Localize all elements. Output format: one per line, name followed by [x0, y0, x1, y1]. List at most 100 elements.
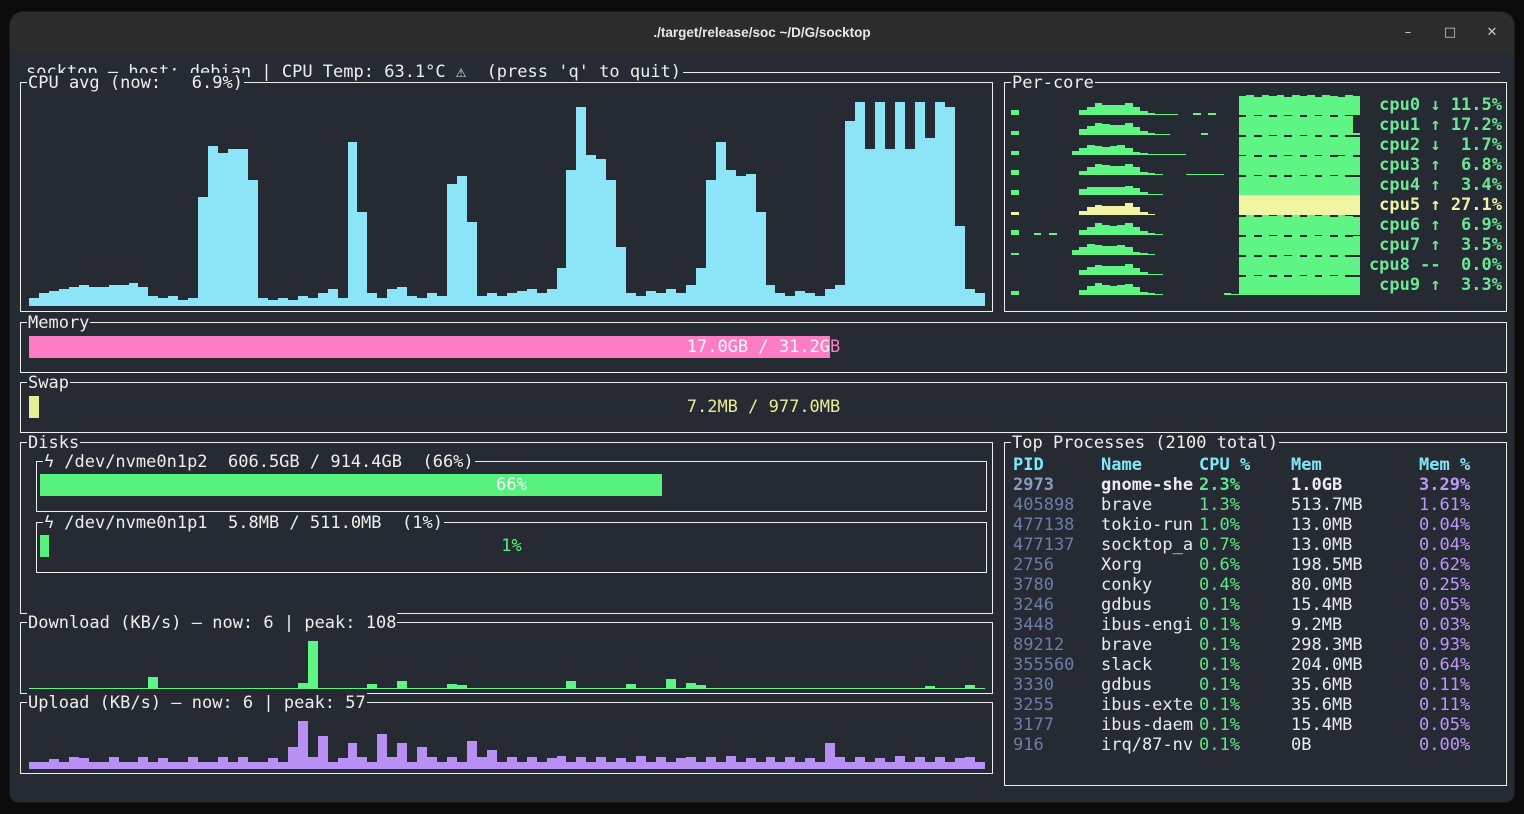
per-core-title: Per-core [1011, 73, 1095, 93]
bar [427, 293, 437, 306]
bar [1239, 117, 1247, 135]
bar [228, 149, 238, 307]
bar [1117, 125, 1125, 135]
bar [1246, 95, 1254, 115]
bar [1315, 195, 1323, 215]
bar [1117, 285, 1125, 295]
bar [1269, 195, 1277, 215]
swap-gauge-label: 7.2MB / 977.0MB [29, 396, 1498, 418]
bar [1110, 105, 1118, 115]
bar [1345, 177, 1353, 195]
bar [1345, 155, 1353, 175]
upload-title: Upload (KB/s) — now: 6 | peak: 57 [27, 693, 367, 713]
bar [726, 688, 736, 689]
bar [1277, 235, 1285, 255]
bar [1133, 127, 1141, 135]
bar [1345, 216, 1353, 235]
bar [566, 170, 576, 307]
bar [1087, 126, 1095, 135]
bar [1117, 166, 1125, 175]
process-column-header: Mem [1291, 455, 1419, 475]
disks-panel: Disks ϟ/dev/nvme0n1p2 606.5GB / 914.4GB … [20, 442, 993, 614]
process-cell: 15.4MB [1291, 595, 1419, 615]
bar [1110, 286, 1118, 295]
process-cell: 1.0GB [1291, 475, 1419, 495]
bar [357, 212, 367, 307]
bar [1117, 225, 1125, 235]
bar [1125, 223, 1133, 235]
bar [676, 688, 686, 689]
bar [1262, 195, 1270, 215]
bar [198, 197, 208, 306]
process-cell: 2973 [1013, 475, 1101, 495]
bar [1239, 257, 1247, 275]
bar [895, 688, 905, 689]
bar [1246, 235, 1254, 255]
memory-title: Memory [27, 313, 90, 333]
bar [1345, 237, 1353, 255]
bar [407, 296, 417, 307]
bar [1315, 236, 1323, 255]
bar [1133, 167, 1141, 175]
bar [1330, 276, 1338, 295]
core-label: cpu1 ↑ 17.2% [1368, 115, 1502, 135]
core-row: cpu7 ↑ 3.5% [1011, 235, 1502, 255]
bar [1133, 207, 1141, 215]
process-cell: 0.05% [1419, 715, 1500, 735]
app-header: socktop — host: debian | CPU Temp: 63.1°… [26, 62, 1500, 82]
bar [348, 688, 358, 689]
bar [925, 686, 935, 689]
bar [1330, 217, 1338, 235]
bar [756, 688, 766, 689]
minimize-button[interactable]: – [1400, 25, 1416, 40]
process-cell: 35.6MB [1291, 695, 1419, 715]
bar [1353, 177, 1361, 195]
bar [805, 688, 815, 689]
bar [1284, 256, 1292, 275]
terminal-window: ./target/release/soc ~/D/G/socktop – □ ✕… [10, 12, 1514, 802]
bar [1300, 117, 1308, 135]
bar [1345, 257, 1353, 275]
bar [1117, 266, 1125, 275]
bar [676, 758, 686, 769]
bar [1224, 293, 1232, 295]
bar [726, 756, 736, 769]
process-cell: 0.1% [1199, 715, 1291, 735]
bar [945, 107, 955, 307]
close-button[interactable]: ✕ [1484, 25, 1500, 40]
bar [646, 291, 656, 306]
process-cell: 298.3MB [1291, 635, 1419, 655]
disks-title: Disks [27, 433, 80, 453]
bar [1087, 227, 1095, 235]
bar [1110, 246, 1118, 255]
process-cell: 1.3% [1199, 495, 1291, 515]
process-cell: 0.1% [1199, 735, 1291, 755]
bar [1125, 203, 1133, 215]
bar [1338, 135, 1346, 155]
bar [1125, 148, 1133, 155]
bar [1239, 277, 1247, 295]
maximize-button[interactable]: □ [1442, 25, 1458, 40]
bar [756, 762, 766, 769]
bar [1087, 107, 1095, 115]
bar [1269, 216, 1277, 235]
bar [805, 758, 815, 769]
bar [1292, 115, 1300, 135]
bar [875, 758, 885, 769]
bar [696, 762, 706, 769]
bar [387, 688, 397, 689]
bar [1353, 96, 1361, 115]
bar [1315, 116, 1323, 135]
core-row: cpu5 ↑ 27.1% [1011, 195, 1502, 215]
core-sparkline [1011, 135, 1360, 155]
bar [706, 180, 716, 306]
bar [885, 762, 895, 769]
bar [407, 762, 417, 769]
bar [1307, 235, 1315, 255]
core-row: cpu6 ↑ 6.9% [1011, 215, 1502, 235]
bar [328, 762, 338, 769]
bar [865, 762, 875, 769]
bar [119, 762, 129, 769]
titlebar[interactable]: ./target/release/soc ~/D/G/socktop – □ ✕ [10, 12, 1514, 52]
bar [1269, 257, 1277, 275]
